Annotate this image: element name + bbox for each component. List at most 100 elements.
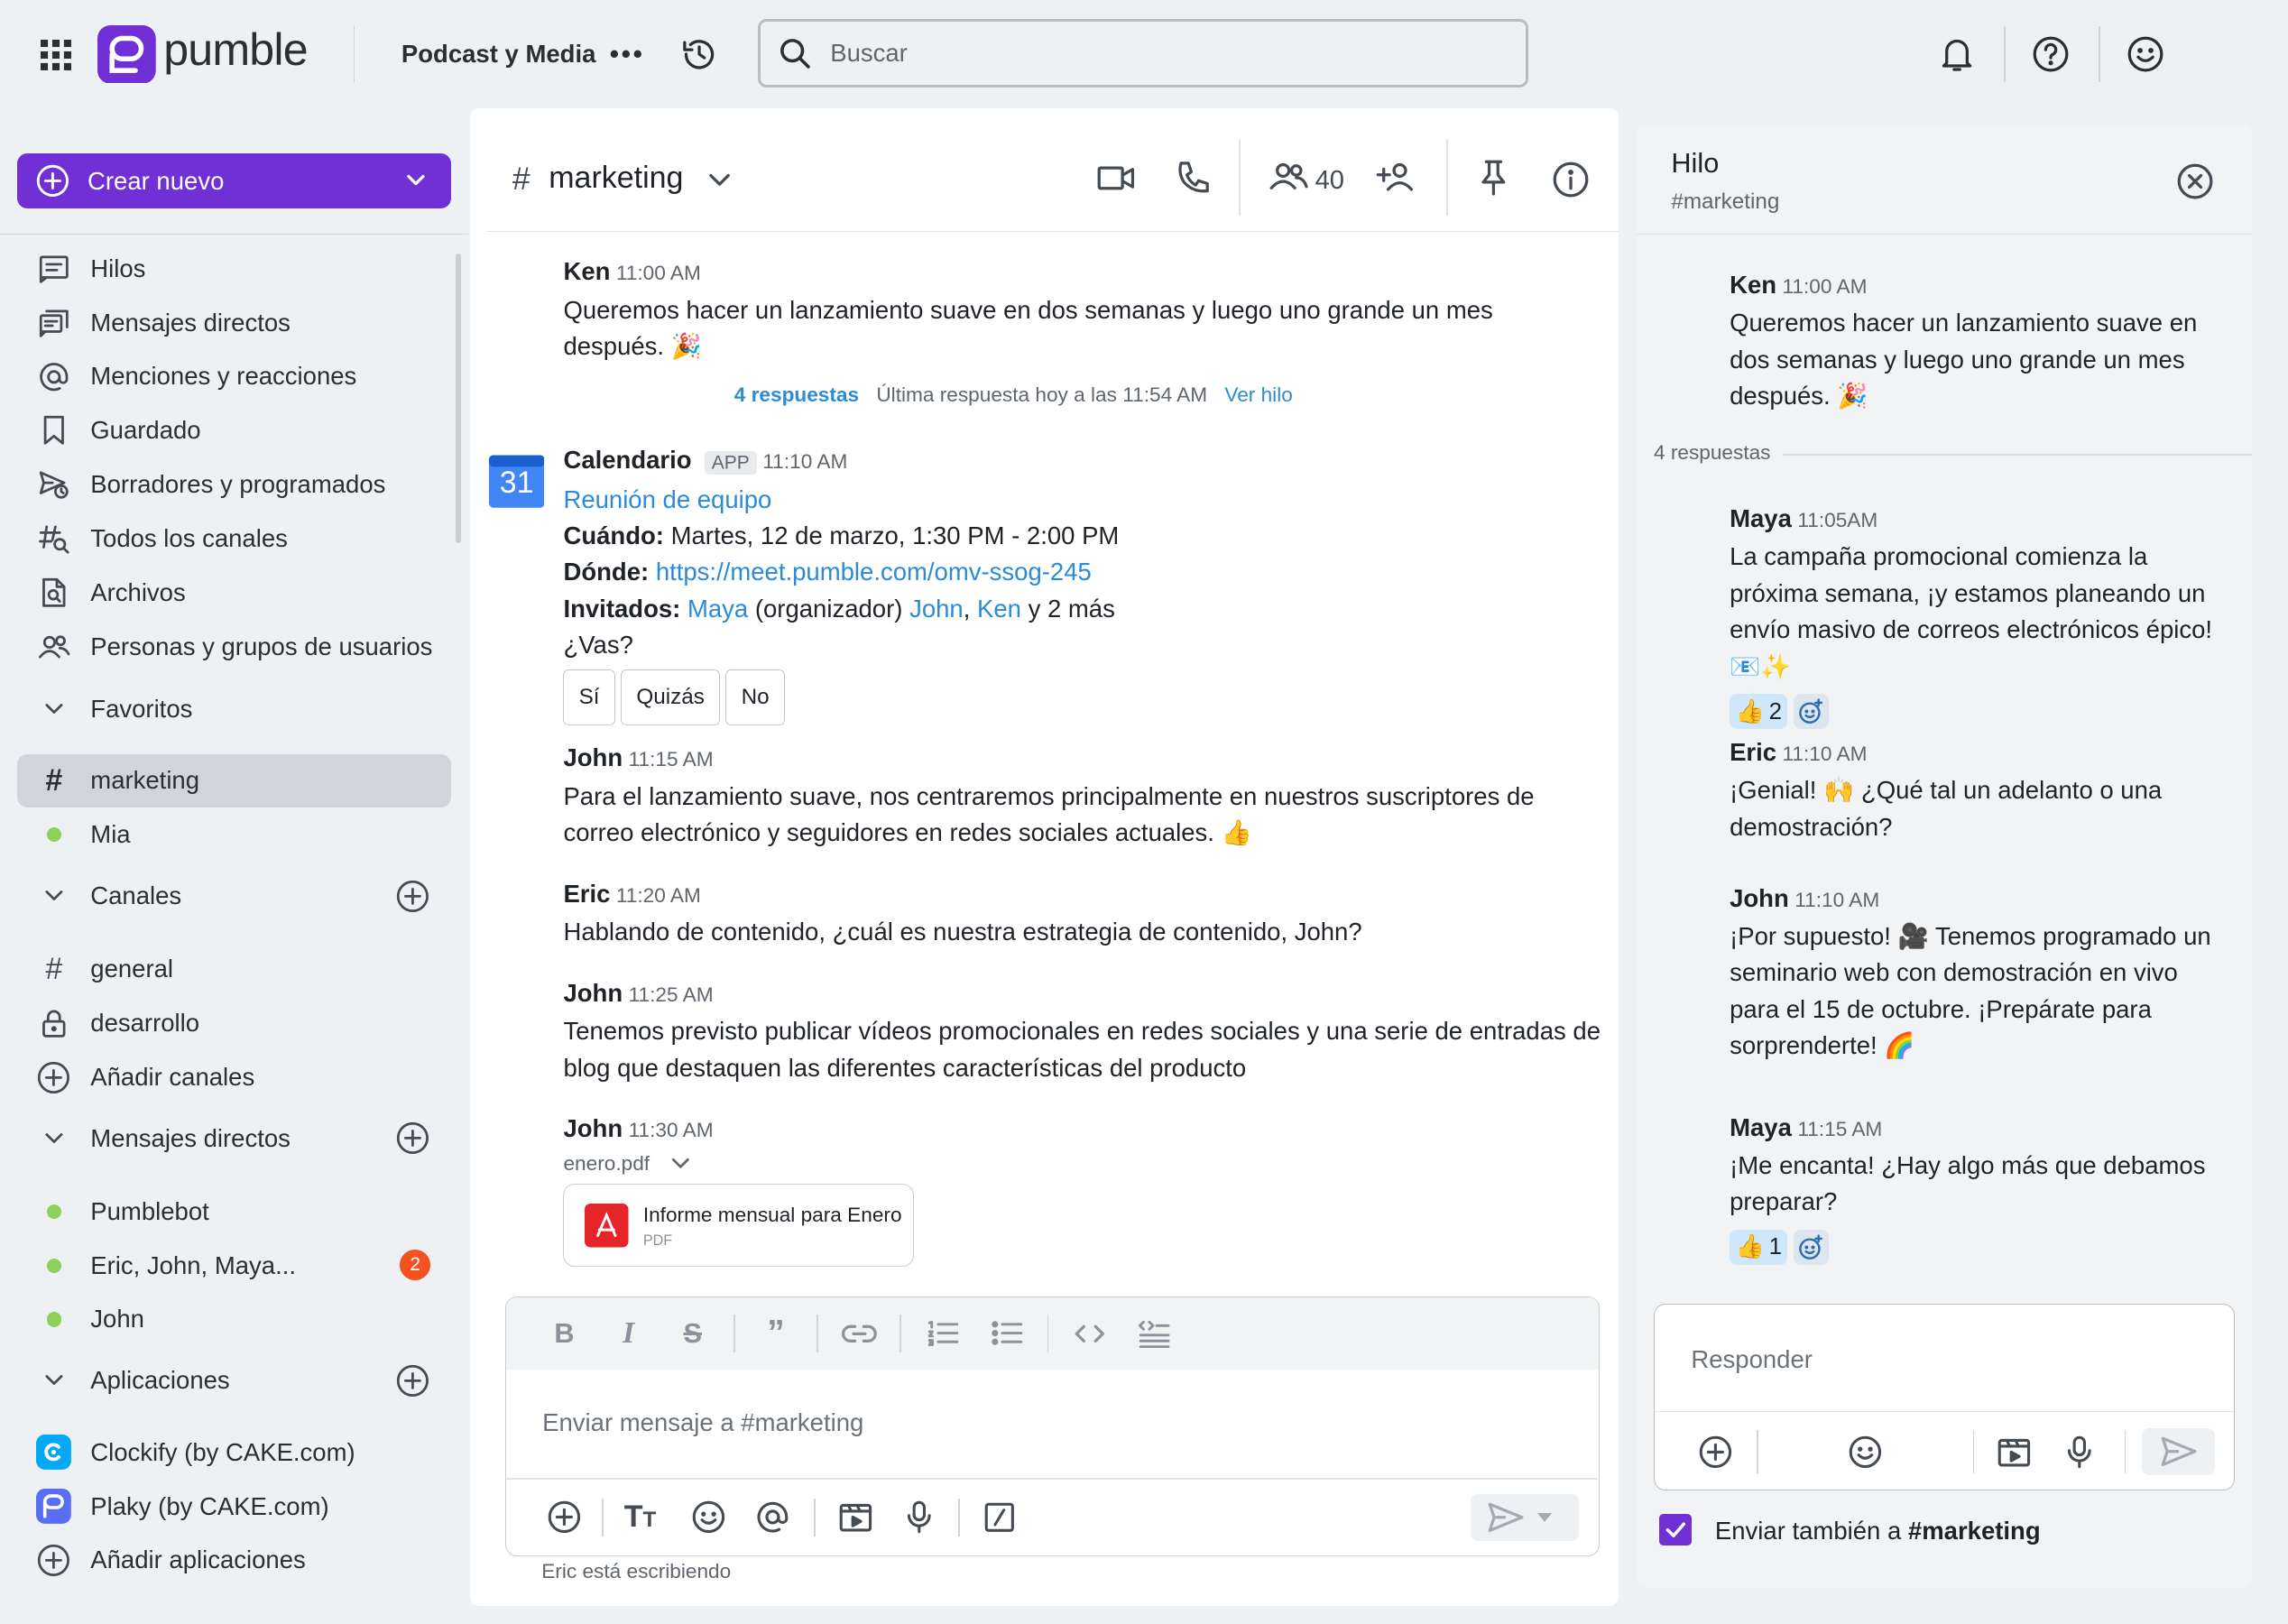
invitee-link[interactable]: John <box>909 595 964 623</box>
replies-link[interactable]: 4 respuestas <box>734 383 859 406</box>
attach-plus-icon[interactable] <box>1698 1435 1733 1470</box>
microphone-icon[interactable] <box>903 1499 936 1535</box>
message-author[interactable]: Maya <box>1730 1113 1792 1141</box>
message-author[interactable]: Maya <box>1730 504 1792 532</box>
slash-command-icon[interactable] <box>983 1501 1016 1534</box>
search-input[interactable] <box>830 39 1473 69</box>
close-thread-icon[interactable] <box>2176 162 2214 200</box>
add-dm-icon[interactable] <box>395 1121 430 1156</box>
add-channels-button[interactable]: Añadir canales <box>17 1051 450 1103</box>
app-grid-icon[interactable] <box>41 39 73 72</box>
workspace-name[interactable]: Podcast y Media <box>401 40 596 69</box>
code-block-icon[interactable] <box>1121 1312 1186 1356</box>
sidebar-item-marketing[interactable]: # marketing <box>17 754 451 807</box>
sidebar-item-drafts[interactable]: Borradores y programados <box>17 458 450 511</box>
sidebar-item-clockify[interactable]: Clockify (by CAKE.com) <box>17 1426 450 1479</box>
phone-icon[interactable] <box>1174 159 1212 197</box>
message-author[interactable]: John <box>563 743 623 771</box>
sidebar-item-mentions[interactable]: Menciones y reacciones <box>17 350 450 402</box>
channel-info-icon[interactable] <box>1552 161 1590 198</box>
code-icon[interactable] <box>1057 1312 1121 1356</box>
attach-plus-icon[interactable] <box>547 1499 582 1535</box>
create-new-button[interactable]: Crear nuevo <box>17 152 451 209</box>
rsvp-no-button[interactable]: No <box>725 669 785 726</box>
sidebar-item-files[interactable]: Archivos <box>17 567 450 619</box>
member-count[interactable]: 40 <box>1315 166 1344 196</box>
rsvp-yes-button[interactable]: Sí <box>563 669 615 726</box>
sidebar-item-general[interactable]: # general <box>17 943 450 995</box>
strikethrough-icon[interactable]: S <box>660 1312 724 1356</box>
file-attachment-card[interactable]: Informe mensual para Enero PDF <box>563 1184 914 1268</box>
add-app-icon[interactable] <box>395 1363 430 1398</box>
invitee-link[interactable]: Maya <box>687 595 748 623</box>
video-clip-icon[interactable] <box>838 1499 873 1535</box>
send-button[interactable] <box>1471 1493 1579 1541</box>
rsvp-maybe-button[interactable]: Quizás <box>621 669 721 726</box>
bold-icon[interactable]: B <box>532 1312 596 1356</box>
thread-channel[interactable]: #marketing <box>1671 189 1779 215</box>
sidebar-item-group-dm[interactable]: Eric, John, Maya... 2 <box>17 1239 450 1291</box>
view-thread-link[interactable]: Ver hilo <box>1224 383 1292 406</box>
members-icon[interactable] <box>1269 159 1309 194</box>
text-format-icon[interactable]: TT <box>624 1499 662 1535</box>
sidebar-item-mia[interactable]: Mia <box>17 808 450 861</box>
favorites-section-toggle[interactable]: Favoritos <box>17 683 450 735</box>
chevron-down-icon[interactable] <box>706 170 733 190</box>
add-reaction-icon[interactable] <box>1793 1230 1829 1266</box>
link-icon[interactable] <box>827 1312 891 1356</box>
add-member-icon[interactable] <box>1375 159 1419 194</box>
add-channel-icon[interactable] <box>395 879 430 914</box>
sidebar-item-john[interactable]: John <box>17 1293 450 1345</box>
channels-section-toggle[interactable]: Canales <box>17 870 450 922</box>
message-author[interactable]: Ken <box>563 257 610 285</box>
sidebar-item-desarrollo[interactable]: desarrollo <box>17 997 450 1049</box>
history-icon[interactable] <box>680 35 718 73</box>
sidebar-item-all-channels[interactable]: Todos los canales <box>17 512 450 565</box>
help-icon[interactable] <box>2032 35 2070 73</box>
message-author[interactable]: Eric <box>1730 738 1776 766</box>
meeting-link[interactable]: https://meet.pumble.com/omv-ssog-245 <box>656 558 1092 586</box>
reaction-thumbs-up[interactable]: 👍 2 <box>1730 694 1788 730</box>
italic-icon[interactable]: I <box>596 1312 660 1356</box>
invitee-link[interactable]: Ken <box>977 595 1021 623</box>
message-author[interactable]: John <box>1730 884 1789 912</box>
sidebar-scrollbar[interactable] <box>455 254 462 543</box>
sidebar-item-saved[interactable]: Guardado <box>17 404 450 457</box>
caret-down-icon[interactable] <box>1537 1513 1553 1522</box>
event-title-link[interactable]: Reunión de equipo <box>563 482 1621 518</box>
send-button[interactable] <box>2142 1428 2216 1475</box>
channel-title[interactable]: marketing <box>549 161 683 196</box>
bullet-list-icon[interactable] <box>974 1312 1038 1356</box>
message-author[interactable]: John <box>563 979 623 1007</box>
emoji-icon[interactable] <box>691 1499 726 1535</box>
user-status-smiley-icon[interactable] <box>2127 35 2164 73</box>
add-apps-button[interactable]: Añadir aplicaciones <box>17 1534 450 1586</box>
sidebar-item-threads[interactable]: Hilos <box>17 243 450 295</box>
message-author[interactable]: Eric <box>563 880 610 908</box>
microphone-icon[interactable] <box>2063 1435 2096 1470</box>
sidebar-item-pumblebot[interactable]: Pumblebot <box>17 1186 450 1238</box>
reaction-thumbs-up[interactable]: 👍 1 <box>1730 1230 1788 1266</box>
pin-icon[interactable] <box>1476 159 1511 197</box>
numbered-list-icon[interactable] <box>910 1312 974 1356</box>
sidebar-item-plaky[interactable]: Plaky (by CAKE.com) <box>17 1480 450 1532</box>
quote-icon[interactable]: ” <box>743 1312 807 1356</box>
message-author[interactable]: Calendario <box>563 446 691 474</box>
sidebar-item-people[interactable]: Personas y grupos de usuarios <box>17 621 450 673</box>
dms-section-toggle[interactable]: Mensajes directos <box>17 1112 450 1165</box>
emoji-icon[interactable] <box>1848 1435 1883 1470</box>
video-call-icon[interactable] <box>1096 161 1137 196</box>
video-clip-icon[interactable] <box>1997 1435 2032 1470</box>
message-author[interactable]: Ken <box>1730 271 1776 299</box>
add-reaction-icon[interactable] <box>1793 694 1829 730</box>
file-name-toggle[interactable]: enero.pdf <box>563 1149 1621 1178</box>
more-options-icon[interactable] <box>610 50 642 59</box>
search-box[interactable] <box>757 19 1528 88</box>
composer-input[interactable]: Enviar mensaje a #marketing <box>542 1408 863 1437</box>
message-author[interactable]: John <box>563 1114 623 1142</box>
apps-section-toggle[interactable]: Aplicaciones <box>17 1354 450 1407</box>
also-send-checkbox[interactable] <box>1659 1513 1692 1546</box>
reply-input[interactable]: Responder <box>1691 1345 1813 1374</box>
sidebar-item-direct-messages[interactable]: Mensajes directos <box>17 296 450 348</box>
mention-icon[interactable] <box>755 1499 790 1535</box>
